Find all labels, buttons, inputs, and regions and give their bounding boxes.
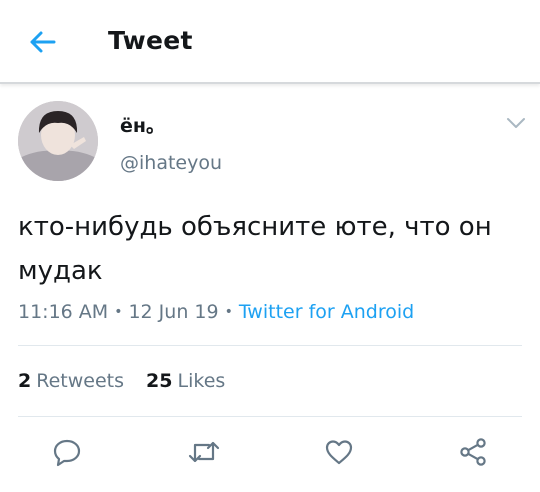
likes-count: 25 bbox=[146, 370, 173, 392]
arrow-left-icon bbox=[28, 30, 56, 54]
meta-separator: • bbox=[224, 304, 233, 320]
author-display-name[interactable]: ён。 bbox=[120, 111, 165, 138]
tweet-source-link[interactable]: Twitter for Android bbox=[239, 301, 414, 323]
likes-label: Likes bbox=[177, 370, 226, 392]
share-icon bbox=[457, 437, 489, 467]
tweet-actions bbox=[0, 434, 540, 474]
reply-button[interactable] bbox=[49, 434, 85, 470]
tweet-text: кто-нибудь объясните юте, что он мудак bbox=[18, 212, 492, 286]
retweet-icon bbox=[187, 437, 221, 467]
chevron-down-icon bbox=[505, 116, 527, 130]
retweets-count: 2 bbox=[18, 370, 32, 392]
tweet-menu-button[interactable] bbox=[505, 116, 527, 130]
retweet-button[interactable] bbox=[186, 434, 222, 470]
share-button[interactable] bbox=[455, 434, 491, 470]
avatar[interactable] bbox=[18, 101, 98, 181]
divider bbox=[18, 416, 522, 417]
divider bbox=[18, 345, 522, 346]
tweet-meta: 11:16 AM • 12 Jun 19 • Twitter for Android bbox=[18, 301, 414, 323]
back-button[interactable] bbox=[24, 26, 60, 58]
top-app-bar: Tweet bbox=[0, 0, 540, 84]
like-button[interactable] bbox=[321, 434, 357, 470]
retweets-stat[interactable]: 2 Retweets bbox=[18, 370, 124, 392]
tweet-date: 12 Jun 19 bbox=[128, 301, 219, 323]
reply-icon bbox=[52, 437, 82, 467]
author-handle[interactable]: @ihateyou bbox=[120, 152, 222, 174]
page-title: Tweet bbox=[108, 26, 193, 55]
meta-separator: • bbox=[114, 304, 123, 320]
heart-icon bbox=[324, 437, 354, 467]
tweet-time: 11:16 AM bbox=[18, 301, 109, 323]
likes-stat[interactable]: 25 Likes bbox=[146, 370, 225, 392]
retweets-label: Retweets bbox=[36, 370, 124, 392]
tweet-stats: 2 Retweets 25 Likes bbox=[18, 370, 241, 392]
